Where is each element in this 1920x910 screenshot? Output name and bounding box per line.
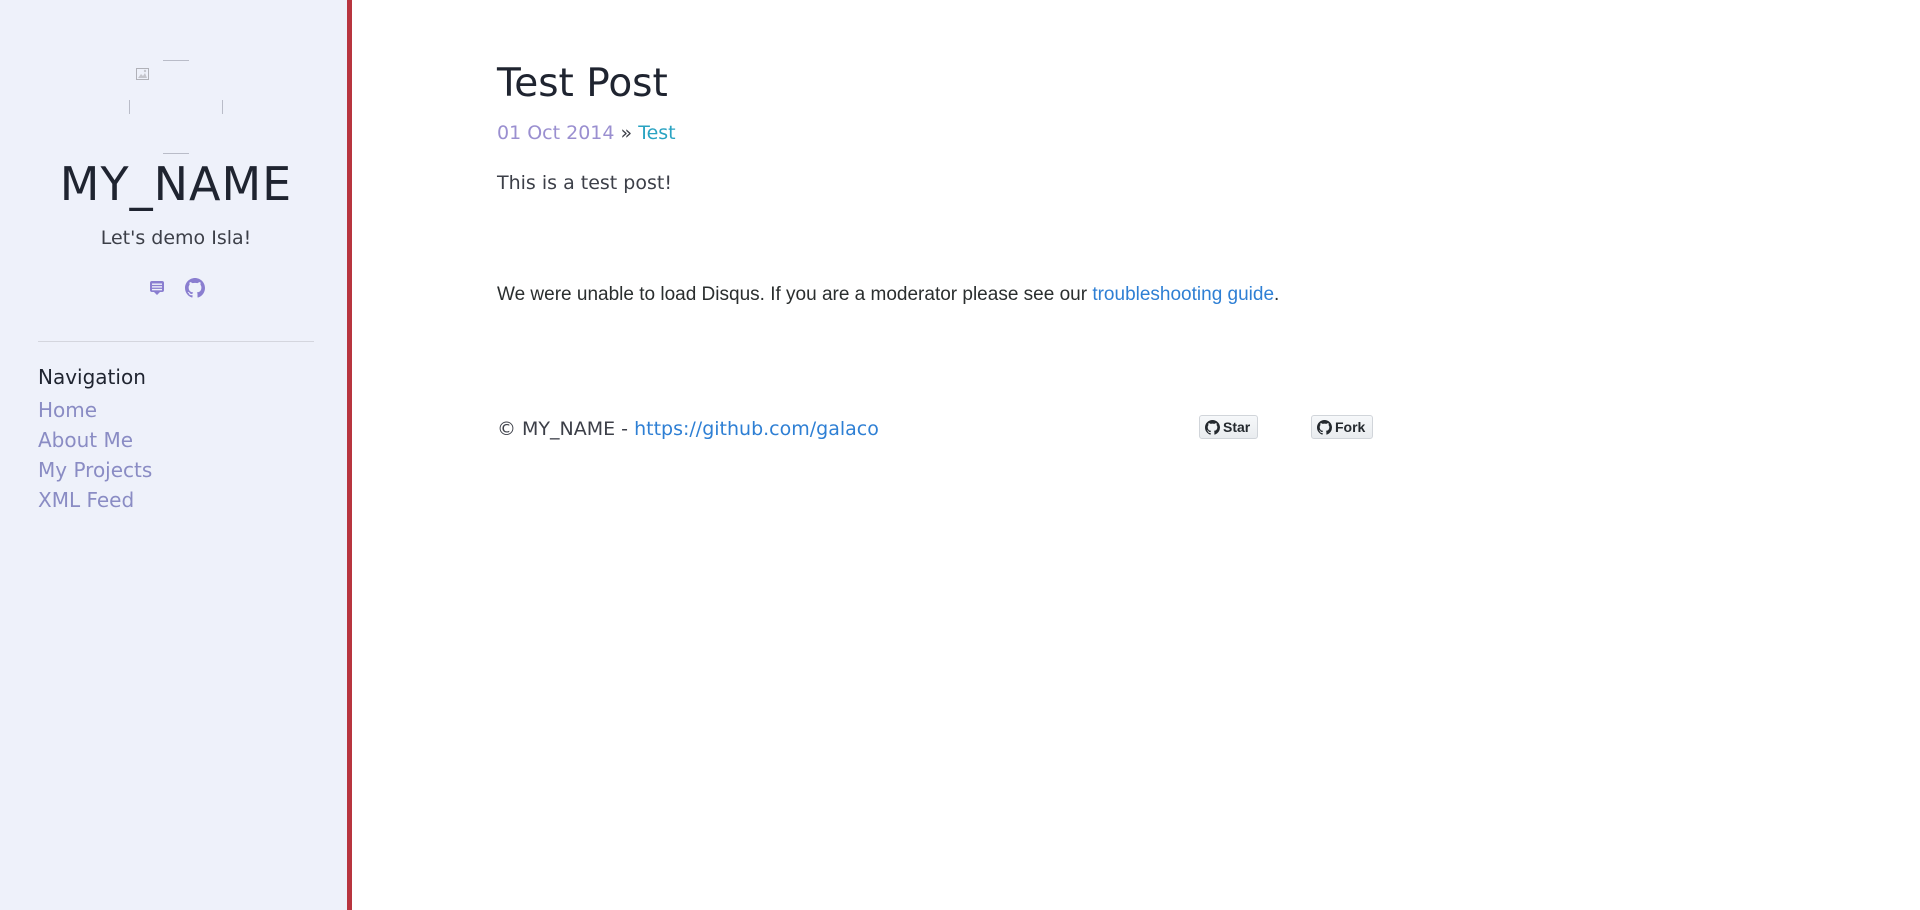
- copyright-text: © MY_NAME -: [497, 418, 629, 440]
- sidebar-divider: [38, 341, 314, 342]
- footer: © MY_NAME - https://github.com/galaco: [497, 418, 879, 440]
- avatar[interactable]: [129, 60, 223, 154]
- disqus-message: We were unable to load Disqus. If you ar…: [497, 284, 1088, 305]
- tagline: Let's demo Isla!: [100, 227, 252, 249]
- post-meta: 01 Oct 2014 » Test: [497, 122, 676, 144]
- sidebar: MY_NAME Let's demo Isla! Navigation Home…: [0, 0, 352, 910]
- avatar-edge: [163, 60, 189, 61]
- nav-item-my-projects[interactable]: My Projects: [38, 455, 152, 485]
- disqus-error: We were unable to load Disqus. If you ar…: [497, 284, 1279, 306]
- feed-icon[interactable]: [147, 278, 167, 298]
- post-date: 01 Oct 2014: [497, 122, 615, 144]
- post-body: This is a test post!: [497, 172, 672, 194]
- troubleshooting-guide-link[interactable]: troubleshooting guide: [1092, 284, 1274, 305]
- nav-item-home[interactable]: Home: [38, 395, 152, 425]
- github-icon[interactable]: [184, 278, 205, 298]
- meta-separator: »: [620, 122, 633, 144]
- github-star-button[interactable]: Star: [1199, 415, 1259, 439]
- disqus-suffix: .: [1274, 284, 1280, 305]
- avatar-edge: [222, 100, 223, 114]
- fork-label: Fork: [1335, 419, 1366, 435]
- broken-image-icon: [136, 68, 149, 80]
- nav-item-xml-feed[interactable]: XML Feed: [38, 485, 152, 515]
- github-fork-button[interactable]: Fork: [1311, 415, 1374, 439]
- avatar-edge: [163, 153, 189, 154]
- nav-heading: Navigation: [38, 365, 146, 389]
- author-name: MY_NAME: [59, 157, 293, 211]
- post-category-link[interactable]: Test: [638, 122, 675, 144]
- nav-item-about-me[interactable]: About Me: [38, 425, 152, 455]
- github-profile-link[interactable]: https://github.com/galaco: [634, 418, 879, 440]
- star-label: Star: [1223, 419, 1251, 435]
- social-links: [0, 278, 352, 302]
- post-title: Test Post: [497, 61, 668, 106]
- github-icon: [1317, 420, 1332, 435]
- avatar-edge: [129, 100, 130, 114]
- github-icon: [1205, 420, 1220, 435]
- nav-list: Home About Me My Projects XML Feed: [38, 395, 152, 515]
